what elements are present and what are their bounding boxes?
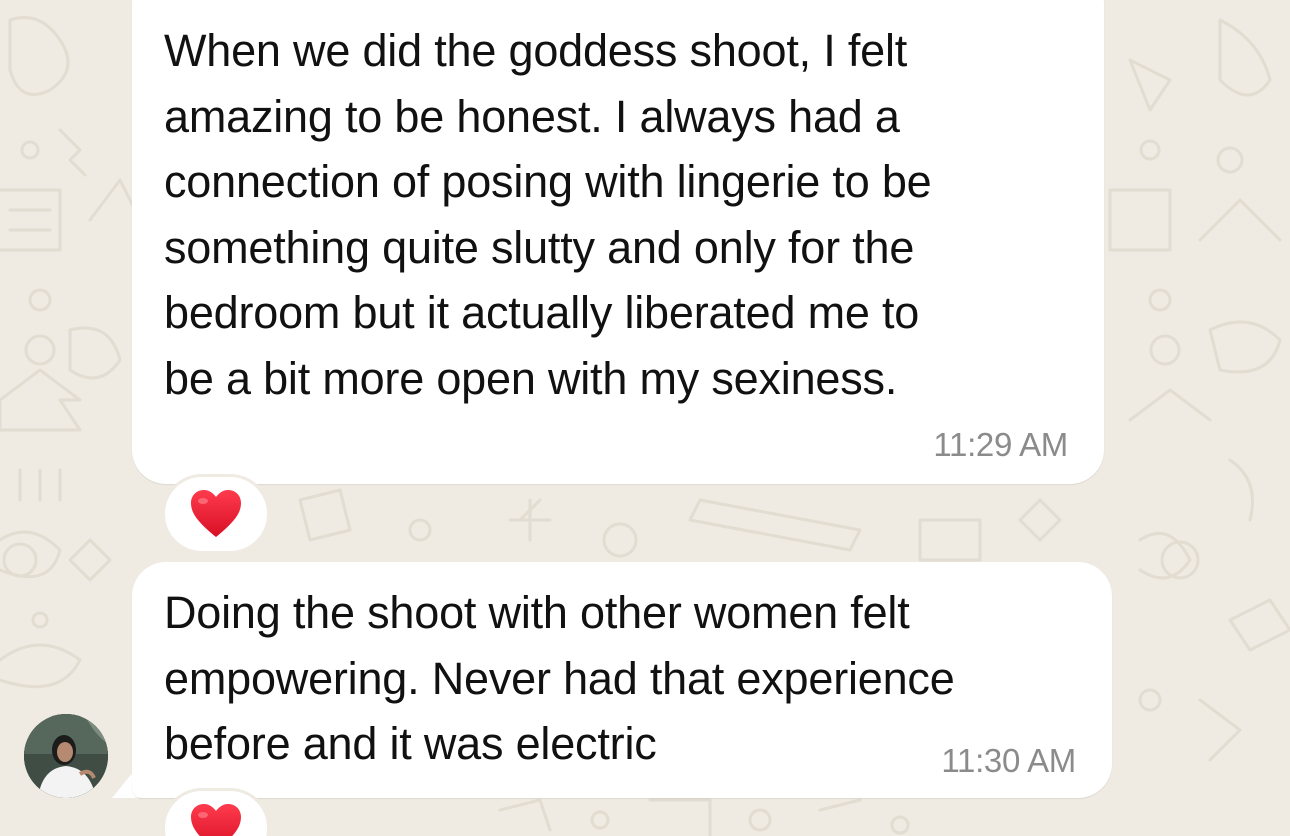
heart-icon: [191, 490, 241, 537]
message-timestamp: 11:30 AM: [941, 742, 1076, 779]
message-timestamp: 11:29 AM: [933, 426, 1068, 463]
message-bubble[interactable]: Doing the shoot with other women felt em…: [132, 562, 1112, 798]
message-bubble[interactable]: When we did the goddess shoot, I felt am…: [132, 0, 1104, 484]
reaction-badge[interactable]: [162, 788, 270, 836]
sender-avatar[interactable]: [24, 714, 108, 798]
message-text: When we did the goddess shoot, I felt am…: [164, 25, 932, 404]
reaction-badge[interactable]: [162, 474, 270, 554]
heart-icon: [191, 804, 241, 836]
avatar-photo: [24, 714, 108, 798]
